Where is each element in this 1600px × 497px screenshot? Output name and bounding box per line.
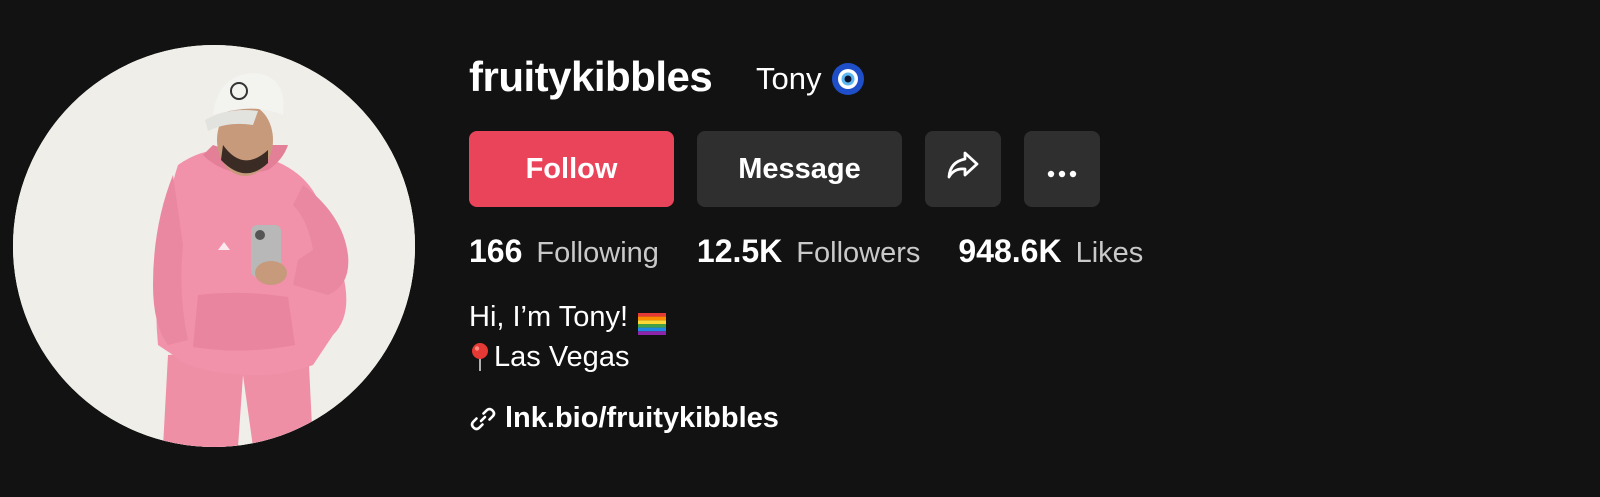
- followers-label: Followers: [796, 237, 921, 269]
- rainbow-flag-icon: [638, 306, 667, 335]
- share-button[interactable]: [925, 131, 1001, 207]
- more-dots-icon: [1047, 153, 1077, 186]
- more-options-button[interactable]: [1024, 131, 1100, 207]
- bio-line-1: Hi, I’m Tony!: [469, 297, 667, 337]
- likes-label: Likes: [1075, 237, 1144, 269]
- follow-button[interactable]: Follow: [469, 131, 674, 207]
- bio-greeting: Hi, I’m Tony!: [469, 301, 629, 333]
- bio-location: Las Vegas: [494, 341, 630, 373]
- nickname: Tony: [756, 61, 822, 96]
- stat-followers[interactable]: 12.5K Followers: [697, 232, 920, 271]
- username: fruitykibbles: [469, 53, 713, 100]
- following-label: Following: [536, 237, 659, 269]
- bio-link-text[interactable]: lnk.bio/fruitykibbles: [505, 402, 779, 435]
- nickname-group: Tony: [756, 60, 865, 97]
- bio: Hi, I’m Tony! Las Vegas: [469, 297, 667, 377]
- stat-likes: 948.6K Likes: [958, 232, 1143, 271]
- share-arrow-icon: [946, 150, 980, 188]
- bio-link[interactable]: lnk.bio/fruitykibbles: [469, 402, 779, 435]
- stat-following[interactable]: 166 Following: [469, 232, 659, 271]
- avatar[interactable]: [13, 45, 415, 447]
- likes-count: 948.6K: [958, 233, 1062, 269]
- message-button[interactable]: Message: [697, 131, 902, 207]
- bio-line-2: Las Vegas: [469, 337, 666, 377]
- link-icon: [469, 405, 497, 433]
- nazar-amulet-icon: [831, 62, 865, 96]
- following-count: 166: [469, 233, 523, 269]
- pin-icon: [469, 342, 491, 372]
- profile-stats: 166 Following 12.5K Followers 948.6K Lik…: [469, 232, 1181, 271]
- profile-photo: [13, 45, 415, 447]
- followers-count: 12.5K: [696, 233, 783, 269]
